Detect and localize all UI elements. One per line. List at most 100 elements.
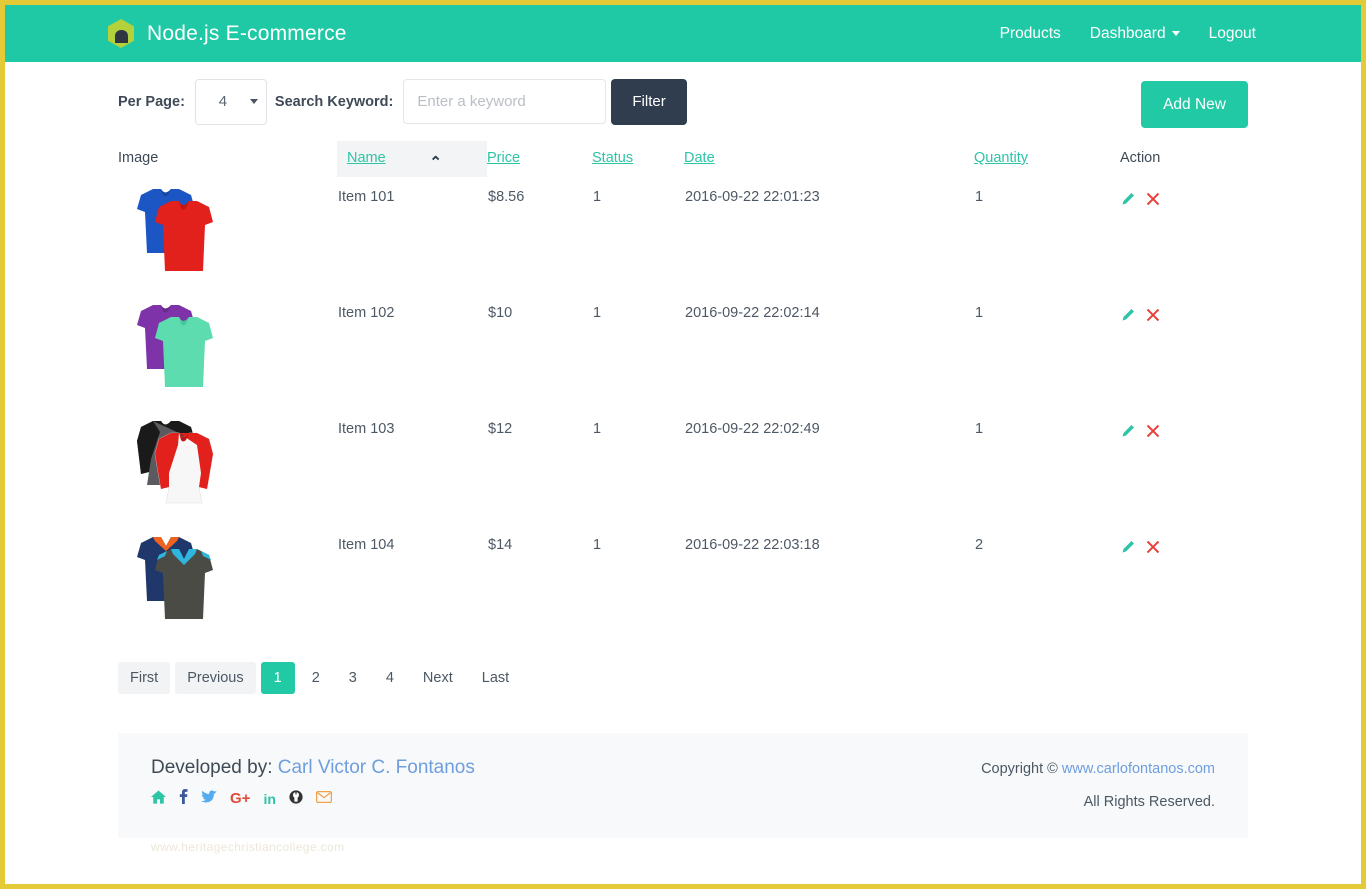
footer: Developed by: Carl Victor C. Fontanos G+… [118,733,1248,854]
filter-button[interactable]: Filter [611,78,687,125]
linkedin-icon[interactable]: in [263,792,275,806]
social-links: G+ in [151,789,475,808]
cell-action [1120,525,1248,641]
developed-by-line: Developed by: Carl Victor C. Fontanos [151,757,475,779]
delete-x-icon[interactable] [1146,540,1160,558]
cell-image [118,293,337,409]
main-container: Per Page: 4 Search Keyword: Filter Add N… [5,62,1361,854]
brand-title: Node.js E-commerce [147,21,347,45]
cell-quantity: 1 [975,189,984,205]
cell-name: Item 104 [338,537,395,553]
copyright-label: Copyright © [981,761,1058,777]
cell-price: $10 [488,305,513,321]
nav-link-products-label: Products [999,24,1061,42]
cell-quantity: 1 [975,305,984,321]
table-row: Item 103 $12 1 2016-09-22 22:02:49 1 [118,409,1248,525]
facebook-icon[interactable] [179,789,188,808]
cell-date: 2016-09-22 22:02:49 [685,421,820,437]
column-header-date[interactable]: Date [684,141,974,177]
table-row: Item 104 $14 1 2016-09-22 22:03:18 2 [118,525,1248,641]
cell-action [1120,409,1248,525]
cell-quantity: 1 [975,421,984,437]
nav-link-products[interactable]: Products [1000,25,1061,43]
delete-x-icon[interactable] [1146,192,1160,210]
pencil-icon[interactable] [1121,192,1135,210]
column-header-price-link[interactable]: Price [487,150,520,166]
brand[interactable]: Node.js E-commerce [108,19,347,48]
delete-x-icon[interactable] [1146,308,1160,326]
column-header-name[interactable]: Name ⌃ [337,141,487,177]
table-head: Image Name ⌃ Price Status Date Quantity … [118,141,1248,177]
cell-name: Item 103 [338,421,395,437]
pagination-page-4[interactable]: 4 [374,662,406,694]
per-page-select[interactable]: 4 [194,78,267,125]
cell-price: $12 [488,421,513,437]
cell-image [118,409,337,525]
rights-reserved: All Rights Reserved. [1083,794,1215,810]
cell-name: Item 102 [338,305,395,321]
column-header-date-link[interactable]: Date [684,150,715,166]
cell-quantity: 2 [975,537,984,553]
add-new-button[interactable]: Add New [1141,81,1248,128]
cell-action [1120,293,1248,409]
filter-toolbar: Per Page: 4 Search Keyword: Filter Add N… [118,62,1248,141]
column-header-quantity[interactable]: Quantity [974,141,1120,177]
google-plus-icon[interactable]: G+ [230,791,250,806]
search-keyword-label: Search Keyword: [274,93,394,110]
cell-status: 1 [593,305,602,321]
column-header-status[interactable]: Status [592,141,684,177]
column-header-price[interactable]: Price [487,141,592,177]
cell-image [118,177,337,293]
column-header-quantity-link[interactable]: Quantity [974,150,1028,166]
per-page-value: 4 [218,93,228,110]
copyright-link[interactable]: www.carlofontanos.com [1062,761,1215,777]
pagination-next[interactable]: Next [411,662,465,694]
cell-status: 1 [593,421,602,437]
home-icon[interactable] [151,789,166,808]
footer-left: Developed by: Carl Victor C. Fontanos G+… [151,757,475,854]
product-image-raglan-black-red-white [119,409,220,510]
developed-by-label: Developed by: [151,757,273,778]
pagination-last[interactable]: Last [470,662,521,694]
pagination-page-1[interactable]: 1 [260,662,295,694]
watermark: www.heritagechristiancollege.com [151,840,345,854]
nav-link-dashboard-label: Dashboard [1089,24,1166,42]
pagination-first[interactable]: First [118,662,171,694]
table-row: Item 102 $10 1 2016-09-22 22:02:14 1 [118,293,1248,409]
cell-status: 1 [593,189,602,205]
product-image-tshirt-purple-mint [119,293,220,394]
cell-date: 2016-09-22 22:03:18 [685,537,820,553]
cell-status: 1 [593,537,602,553]
column-header-image: Image [118,141,337,177]
column-header-status-link[interactable]: Status [592,150,633,166]
cell-price: $14 [488,537,513,553]
twitter-icon[interactable] [201,790,217,808]
pagination-page-2[interactable]: 2 [300,662,332,694]
delete-x-icon[interactable] [1146,424,1160,442]
pencil-icon[interactable] [1121,308,1135,326]
envelope-icon[interactable] [315,790,332,807]
cell-date: 2016-09-22 22:02:14 [685,305,820,321]
column-header-name-link[interactable]: Name [347,150,386,166]
pagination-page-3[interactable]: 3 [337,662,369,694]
cell-name: Item 101 [338,189,395,205]
nav-link-logout-label: Logout [1208,24,1256,42]
chevron-down-icon [1171,31,1180,36]
nav-links: Products Dashboard Logout [1000,25,1256,43]
product-image-tshirt-blue-red [119,177,220,278]
column-header-image-label: Image [118,150,159,166]
nav-link-dashboard[interactable]: Dashboard [1090,25,1180,43]
pencil-icon[interactable] [1121,540,1135,558]
search-input[interactable] [403,79,607,124]
nodejs-hexagon-icon [108,19,134,48]
table-row: Item 101 $8.56 1 2016-09-22 22:01:23 1 [118,177,1248,293]
cell-price: $8.56 [488,189,525,205]
chevron-down-icon [249,99,258,104]
nav-link-logout[interactable]: Logout [1209,25,1256,43]
pagination-previous[interactable]: Previous [175,662,256,694]
per-page-label: Per Page: [118,93,185,110]
pencil-icon[interactable] [1121,424,1135,442]
developer-link[interactable]: Carl Victor C. Fontanos [278,757,475,778]
github-icon[interactable] [289,789,303,808]
products-table: Image Name ⌃ Price Status Date Quantity … [118,141,1248,641]
